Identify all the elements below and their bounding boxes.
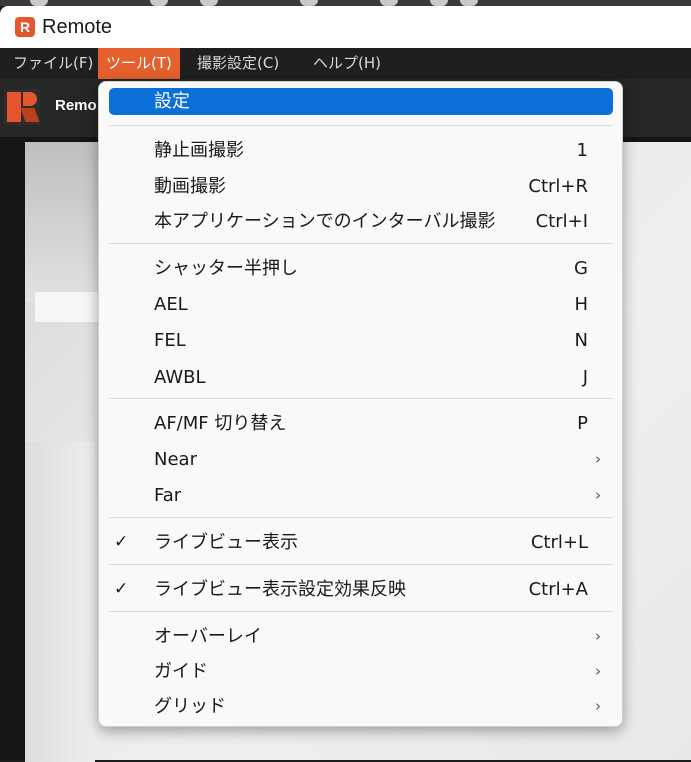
menu-item-shortcut: N bbox=[574, 330, 588, 351]
menu-item-label: ライブビュー表示設定効果反映 bbox=[154, 579, 406, 600]
menu-item-label: Far bbox=[154, 485, 182, 506]
chevron-right-icon: › bbox=[595, 627, 601, 645]
menu-item-live-view[interactable]: ✓ ライブビュー表示 Ctrl+L bbox=[109, 529, 613, 556]
menu-item-shortcut: H bbox=[574, 294, 588, 315]
chevron-right-icon: › bbox=[595, 486, 601, 504]
menu-separator bbox=[109, 517, 613, 518]
tools-dropdown-menu: 設定 静止画撮影 1 動画撮影 Ctrl+R 本アプリケーションでのインターバル… bbox=[98, 81, 623, 727]
menu-item-shortcut: G bbox=[574, 258, 588, 279]
menu-item-far[interactable]: Far › bbox=[109, 482, 613, 509]
menu-capture-settings[interactable]: 撮影設定(C) bbox=[189, 48, 287, 79]
menu-item-af-mf-toggle[interactable]: AF/MF 切り替え P bbox=[109, 410, 613, 437]
menu-item-interval-capture[interactable]: 本アプリケーションでのインターバル撮影 Ctrl+I bbox=[109, 208, 613, 235]
menu-item-shortcut: 1 bbox=[576, 140, 588, 161]
menu-item-live-view-effect[interactable]: ✓ ライブビュー表示設定効果反映 Ctrl+A bbox=[109, 576, 613, 603]
title-bar: R Remote bbox=[0, 6, 691, 48]
menu-item-label: シャッター半押し bbox=[154, 258, 298, 279]
menu-item-shortcut: Ctrl+L bbox=[530, 532, 588, 553]
toolbar-app-name: Remo bbox=[55, 97, 97, 114]
menu-item-settings[interactable]: 設定 bbox=[109, 88, 613, 115]
menu-item-shutter-half-press[interactable]: シャッター半押し G bbox=[109, 255, 613, 282]
menu-item-fel[interactable]: FEL N bbox=[109, 327, 613, 354]
menu-item-label: FEL bbox=[154, 330, 186, 351]
menu-item-near[interactable]: Near › bbox=[109, 446, 613, 473]
menu-item-shortcut: P bbox=[577, 413, 588, 434]
menu-item-still-capture[interactable]: 静止画撮影 1 bbox=[109, 137, 613, 164]
menu-item-ael[interactable]: AEL H bbox=[109, 291, 613, 318]
checkmark-icon: ✓ bbox=[114, 579, 129, 599]
menu-item-shortcut: J bbox=[582, 367, 588, 388]
menu-item-label: Near bbox=[154, 449, 197, 470]
menu-item-grid[interactable]: グリッド › bbox=[109, 693, 613, 720]
menu-separator bbox=[109, 243, 613, 244]
menu-item-shortcut: Ctrl+I bbox=[535, 211, 588, 232]
menu-tools[interactable]: ツール(T) bbox=[98, 48, 180, 79]
menu-item-overlay[interactable]: オーバーレイ › bbox=[109, 623, 613, 650]
menu-separator bbox=[109, 564, 613, 565]
menu-item-label: 設定 bbox=[154, 91, 190, 112]
menu-item-label: オーバーレイ bbox=[154, 626, 262, 647]
menu-item-awbl[interactable]: AWBL J bbox=[109, 364, 613, 391]
menu-item-label: 動画撮影 bbox=[154, 176, 226, 197]
menu-item-label: ガイド bbox=[154, 661, 208, 682]
menu-item-label: 静止画撮影 bbox=[154, 140, 244, 161]
menu-file[interactable]: ファイル(F) bbox=[5, 48, 101, 79]
menu-item-label: AF/MF 切り替え bbox=[154, 413, 287, 434]
menu-item-label: 本アプリケーションでのインターバル撮影 bbox=[154, 211, 496, 232]
app-logo-icon bbox=[4, 89, 40, 125]
menu-help[interactable]: ヘルプ(H) bbox=[305, 48, 389, 79]
chevron-right-icon: › bbox=[595, 662, 601, 680]
menu-bar: ファイル(F) ツール(T) 撮影設定(C) ヘルプ(H) bbox=[0, 48, 691, 79]
menu-item-label: グリッド bbox=[154, 696, 226, 717]
checkmark-icon: ✓ bbox=[114, 532, 129, 552]
menu-separator bbox=[109, 611, 613, 612]
menu-item-label: ライブビュー表示 bbox=[154, 532, 298, 553]
chevron-right-icon: › bbox=[595, 450, 601, 468]
menu-separator bbox=[109, 125, 613, 126]
menu-item-guide[interactable]: ガイド › bbox=[109, 658, 613, 685]
menu-item-shortcut: Ctrl+A bbox=[528, 579, 588, 600]
window-title: Remote bbox=[42, 16, 113, 38]
menu-separator bbox=[109, 398, 613, 399]
menu-item-movie-capture[interactable]: 動画撮影 Ctrl+R bbox=[109, 173, 613, 200]
chevron-right-icon: › bbox=[595, 697, 601, 715]
menu-item-label: AWBL bbox=[154, 367, 206, 388]
menu-item-label: AEL bbox=[154, 294, 188, 315]
menu-item-shortcut: Ctrl+R bbox=[528, 176, 588, 197]
remote-app-icon: R bbox=[15, 17, 35, 37]
